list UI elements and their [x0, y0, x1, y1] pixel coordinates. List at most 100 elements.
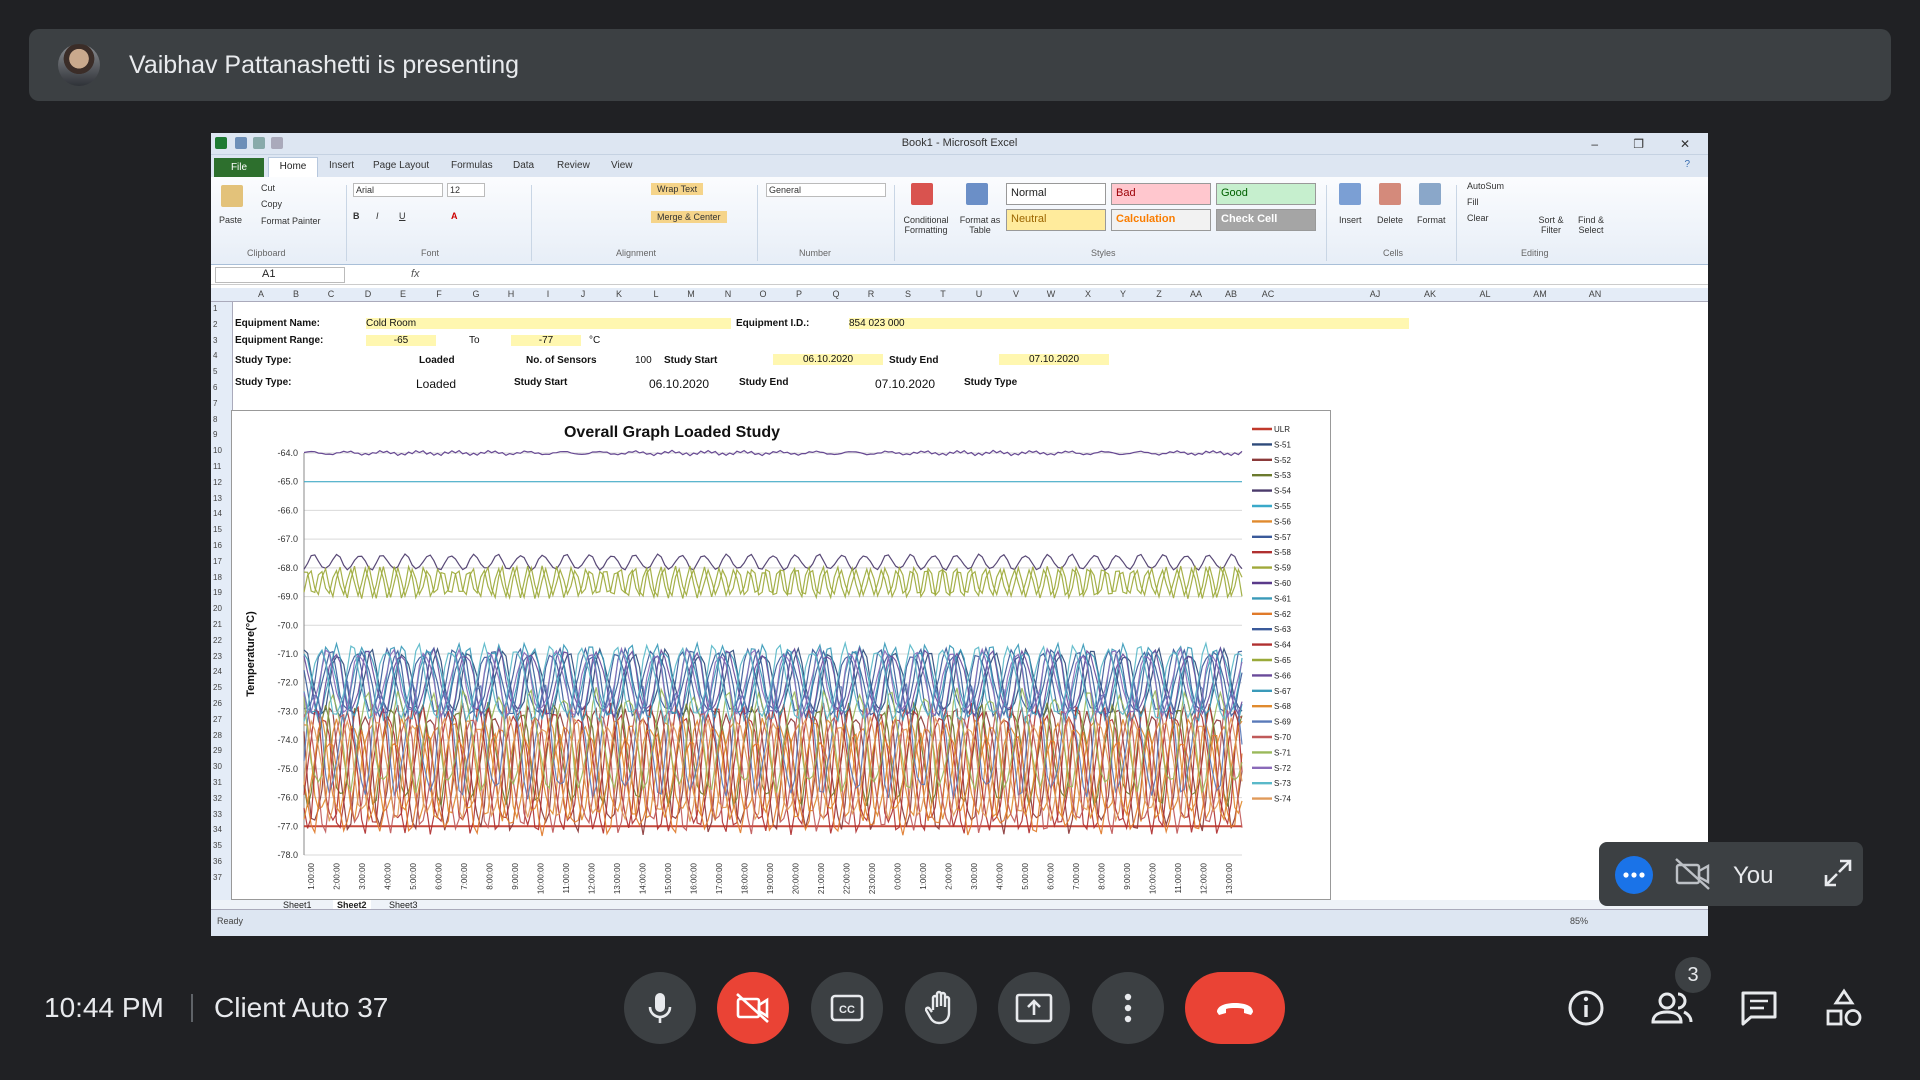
find-select-button[interactable]: Find & Select [1573, 215, 1609, 235]
zoom-level[interactable]: 85% [1570, 916, 1588, 926]
row-header[interactable]: 31 [213, 778, 222, 787]
style-bad[interactable]: Bad [1111, 183, 1211, 205]
name-box[interactable]: A1 [215, 267, 345, 283]
format-cells-button[interactable]: Format [1417, 215, 1446, 225]
column-header[interactable]: AK [1412, 289, 1448, 299]
column-header[interactable]: L [638, 289, 674, 299]
column-header[interactable]: AL [1467, 289, 1503, 299]
participants-button[interactable] [1650, 986, 1694, 1030]
column-header[interactable]: F [421, 289, 457, 299]
tab-view[interactable]: View [611, 160, 633, 171]
row-header[interactable]: 2 [213, 320, 217, 329]
cell-value[interactable]: Cold Room [366, 318, 731, 329]
row-header[interactable]: 24 [213, 667, 222, 676]
row-header[interactable]: 33 [213, 810, 222, 819]
column-header[interactable]: AB [1213, 289, 1249, 299]
column-header[interactable]: M [673, 289, 709, 299]
bold-button[interactable]: B [353, 211, 360, 221]
style-calculation[interactable]: Calculation [1111, 209, 1211, 231]
column-header[interactable]: S [890, 289, 926, 299]
style-neutral[interactable]: Neutral [1006, 209, 1106, 231]
row-header[interactable]: 19 [213, 588, 222, 597]
mic-button[interactable] [624, 972, 696, 1044]
cell-value[interactable]: To [469, 335, 480, 346]
row-header[interactable]: 32 [213, 794, 222, 803]
column-header[interactable]: D [350, 289, 386, 299]
sort-filter-button[interactable]: Sort & Filter [1533, 215, 1569, 235]
font-color-button[interactable]: A [451, 211, 458, 221]
tab-insert[interactable]: Insert [329, 160, 354, 171]
cell-value[interactable]: 06.10.2020 [649, 377, 709, 391]
column-header[interactable]: AA [1178, 289, 1214, 299]
chat-button[interactable] [1737, 986, 1781, 1030]
conditional-formatting-button[interactable]: Conditional Formatting [897, 215, 955, 235]
minimize-icon[interactable]: – [1591, 137, 1598, 151]
cell-value[interactable]: °C [589, 335, 600, 346]
style-check-cell[interactable]: Check Cell [1216, 209, 1316, 231]
row-header[interactable]: 20 [213, 604, 222, 613]
row-header[interactable]: 13 [213, 494, 222, 503]
column-header[interactable]: U [961, 289, 997, 299]
cell-label[interactable]: Study Type [964, 377, 1017, 388]
cell-label[interactable]: Study Start [664, 355, 717, 366]
row-header[interactable]: 9 [213, 430, 217, 439]
cell-value[interactable]: Loaded [416, 377, 456, 391]
row-header[interactable]: 27 [213, 715, 222, 724]
copy-button[interactable]: Copy [261, 199, 282, 209]
cell-value[interactable]: -77 [511, 335, 581, 346]
font-size-select[interactable]: 12 [447, 183, 485, 197]
column-header[interactable]: AJ [1357, 289, 1393, 299]
cell-label[interactable]: Study Type: [235, 377, 291, 388]
cell-label[interactable]: No. of Sensors [526, 355, 597, 366]
tab-data[interactable]: Data [513, 160, 534, 171]
column-header[interactable]: I [530, 289, 566, 299]
column-header[interactable]: N [710, 289, 746, 299]
format-as-table-button[interactable]: Format as Table [956, 215, 1004, 235]
number-format-select[interactable]: General [766, 183, 886, 197]
underline-button[interactable]: U [399, 211, 406, 221]
row-header[interactable]: 30 [213, 762, 222, 771]
column-header[interactable]: AC [1250, 289, 1286, 299]
cell-label[interactable]: Study Type: [235, 355, 291, 366]
column-header[interactable]: Z [1141, 289, 1177, 299]
captions-button[interactable]: CC [811, 972, 883, 1044]
row-header[interactable]: 21 [213, 620, 222, 629]
column-header[interactable]: C [313, 289, 349, 299]
leave-call-button[interactable] [1185, 972, 1285, 1044]
row-header[interactable]: 18 [213, 573, 222, 582]
worksheet-grid[interactable]: A B C D E F G H I J K L M N O P Q R S T U V W X Y Z AA AB AC AJ AK AL AM… [211, 288, 1708, 900]
tab-formulas[interactable]: Formulas [451, 160, 493, 171]
more-options-icon[interactable] [1615, 856, 1653, 894]
row-header[interactable]: 3 [213, 336, 217, 345]
row-header[interactable]: 23 [213, 652, 222, 661]
column-header[interactable]: W [1033, 289, 1069, 299]
help-icon[interactable]: ? [1684, 159, 1690, 170]
paste-button[interactable]: Paste [219, 215, 242, 225]
row-header[interactable]: 7 [213, 399, 217, 408]
merge-center-button[interactable]: Merge & Center [651, 211, 727, 223]
row-header[interactable]: 10 [213, 446, 222, 455]
cell-value[interactable]: 06.10.2020 [773, 354, 883, 365]
column-header[interactable]: G [458, 289, 494, 299]
fill-button[interactable]: Fill [1467, 197, 1479, 207]
cell-value[interactable]: -65 [366, 335, 436, 346]
tab-home[interactable]: Home [268, 157, 318, 177]
fx-icon[interactable]: fx [411, 268, 420, 280]
paste-icon[interactable] [221, 185, 243, 207]
row-header[interactable]: 26 [213, 699, 222, 708]
row-header[interactable]: 6 [213, 383, 217, 392]
cell-label[interactable]: Study Start [514, 377, 567, 388]
cell-value[interactable]: 07.10.2020 [875, 377, 935, 391]
cell-value[interactable]: 854 023 000 [849, 318, 1409, 329]
column-header[interactable]: X [1070, 289, 1106, 299]
column-header[interactable]: B [278, 289, 314, 299]
cell-value[interactable]: Loaded [419, 355, 455, 366]
style-good[interactable]: Good [1216, 183, 1316, 205]
cut-button[interactable]: Cut [261, 183, 275, 193]
tab-file[interactable]: File [214, 158, 264, 177]
restore-icon[interactable]: ❐ [1633, 137, 1644, 151]
column-header[interactable]: O [745, 289, 781, 299]
cell-label[interactable]: Study End [889, 355, 938, 366]
row-header[interactable]: 12 [213, 478, 222, 487]
row-header[interactable]: 25 [213, 683, 222, 692]
